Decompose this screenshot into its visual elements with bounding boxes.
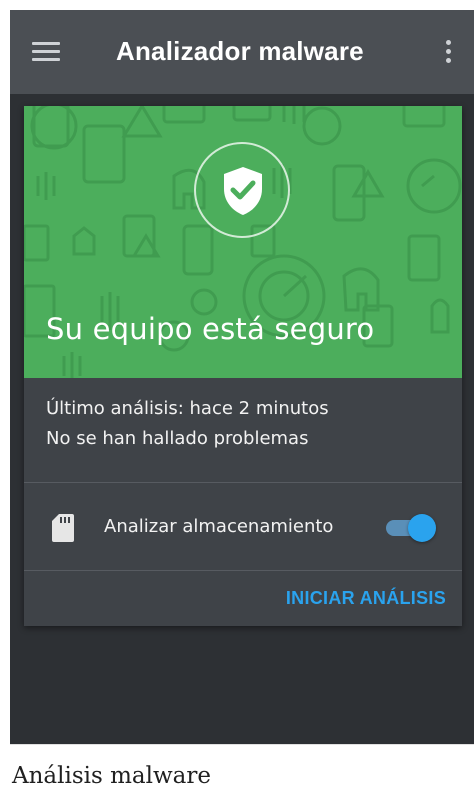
storage-scan-toggle[interactable] xyxy=(386,514,436,542)
status-hero: Su equipo está seguro xyxy=(24,106,462,378)
screen-bottom-border xyxy=(10,744,474,745)
caption: Análisis malware xyxy=(12,763,212,789)
last-scan-text: Último análisis: hace 2 minutos xyxy=(46,398,329,419)
toggle-thumb xyxy=(408,514,436,542)
phone-screen: Analizador malware Su equipo está seguro… xyxy=(10,10,474,744)
hamburger-menu-icon[interactable] xyxy=(32,42,60,62)
scan-result-text: No se han hallado problemas xyxy=(46,428,309,449)
shield-badge xyxy=(194,142,290,238)
more-vert-icon[interactable] xyxy=(444,40,452,66)
storage-scan-row[interactable]: Analizar almacenamiento xyxy=(24,484,462,572)
sd-card-icon xyxy=(52,514,74,542)
start-scan-button[interactable]: INICIAR ANÁLISIS xyxy=(280,584,452,613)
scan-status: Último análisis: hace 2 minutos No se ha… xyxy=(46,394,329,454)
scan-card: Su equipo está seguro Último análisis: h… xyxy=(24,106,462,626)
security-status-message: Su equipo está seguro xyxy=(46,312,375,346)
shield-check-icon xyxy=(224,167,262,215)
app-bar: Analizador malware xyxy=(10,10,474,94)
divider xyxy=(24,482,462,483)
storage-scan-label: Analizar almacenamiento xyxy=(104,516,334,537)
divider xyxy=(24,570,462,571)
app-title: Analizador malware xyxy=(116,36,364,66)
